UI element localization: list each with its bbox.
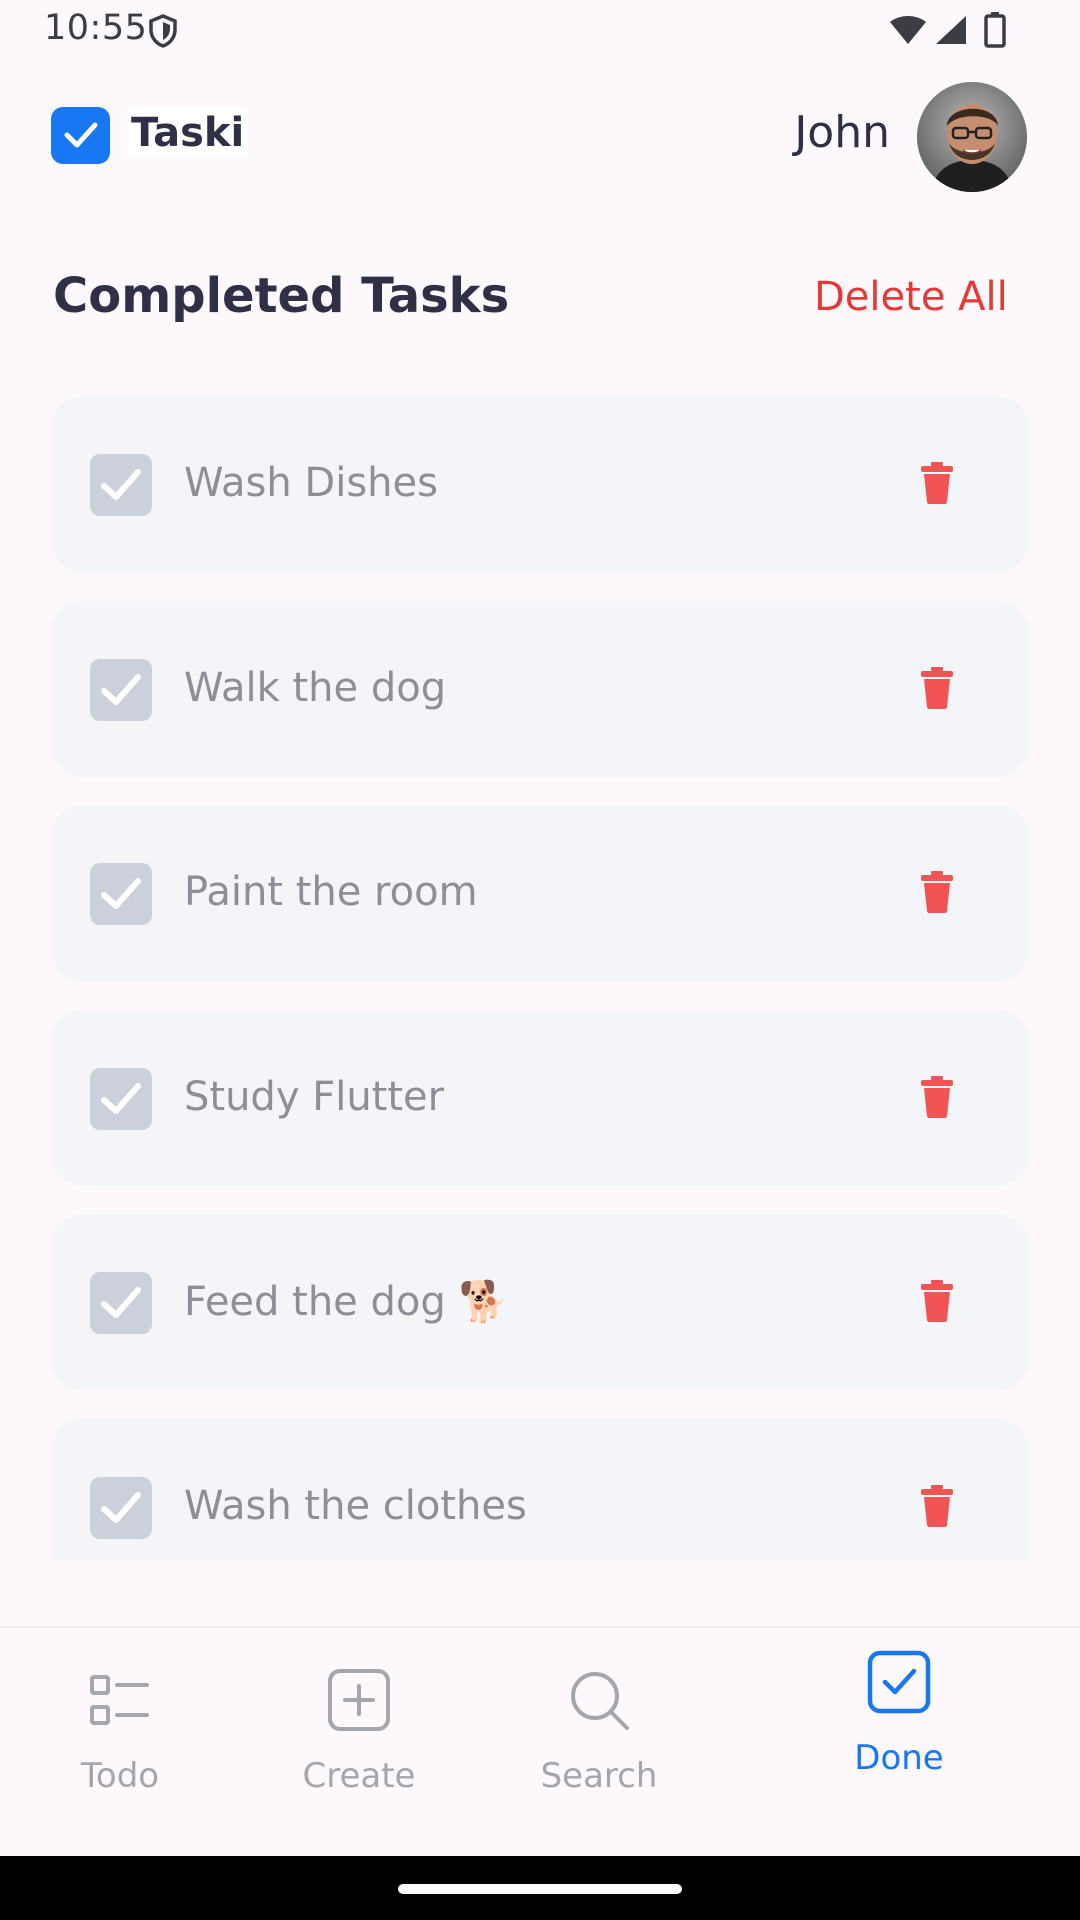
trash-icon[interactable]: [920, 462, 954, 508]
task-card[interactable]: Walk the dog: [52, 601, 1028, 777]
status-bar: 10:55: [0, 0, 1080, 62]
nav-item-done[interactable]: Done: [799, 1628, 999, 1858]
app-logo-text: Taski: [127, 108, 249, 158]
list-icon: [89, 1674, 151, 1730]
nav-label: Done: [854, 1738, 944, 1778]
task-title: Wash the clothes: [184, 1483, 527, 1529]
logo-checkbox-icon: [51, 107, 110, 164]
task-checkbox[interactable]: [90, 1477, 152, 1539]
trash-icon[interactable]: [920, 1280, 954, 1326]
page-title: Completed Tasks: [53, 268, 510, 324]
checkbox-icon: [867, 1650, 931, 1718]
user-name: John: [794, 107, 890, 158]
nav-label: Search: [540, 1756, 658, 1796]
add-box-icon: [327, 1668, 391, 1736]
avatar[interactable]: [917, 82, 1027, 192]
task-title: Wash Dishes: [184, 460, 438, 506]
task-title: Paint the room: [184, 869, 478, 915]
task-title: Feed the dog 🐕: [184, 1279, 509, 1325]
task-checkbox[interactable]: [90, 454, 152, 516]
task-card[interactable]: Paint the room: [52, 805, 1028, 981]
nav-item-create[interactable]: Create: [259, 1628, 459, 1858]
trash-icon[interactable]: [920, 1076, 954, 1122]
task-title: Walk the dog: [184, 665, 447, 711]
task-checkbox[interactable]: [90, 863, 152, 925]
delete-all-button[interactable]: Delete All: [814, 274, 1008, 320]
signal-icon: [934, 14, 968, 50]
bottom-nav: Todo Create Search Done: [0, 1626, 1080, 1858]
task-title: Study Flutter: [184, 1074, 445, 1120]
task-list[interactable]: Wash Dishes Walk the dog Paint the room: [52, 396, 1028, 1560]
task-checkbox[interactable]: [90, 1068, 152, 1130]
task-card[interactable]: Feed the dog 🐕: [52, 1214, 1028, 1390]
task-card[interactable]: Study Flutter: [52, 1010, 1028, 1186]
shield-icon: [148, 14, 178, 52]
task-checkbox[interactable]: [90, 1272, 152, 1334]
search-icon: [567, 1668, 631, 1736]
home-indicator[interactable]: [398, 1884, 682, 1894]
trash-icon[interactable]: [920, 667, 954, 713]
nav-label: Create: [302, 1756, 416, 1796]
gesture-bar: [0, 1856, 1080, 1920]
screen: 10:55 Taski John Completed Tasks Delete …: [0, 0, 1080, 1920]
nav-item-todo[interactable]: Todo: [20, 1628, 220, 1858]
task-card[interactable]: Wash Dishes: [52, 396, 1028, 572]
task-card[interactable]: Wash the clothes: [52, 1419, 1028, 1560]
nav-label: Todo: [80, 1756, 160, 1796]
wifi-icon: [888, 14, 928, 50]
task-checkbox[interactable]: [90, 659, 152, 721]
nav-item-search[interactable]: Search: [499, 1628, 699, 1858]
status-time: 10:55: [44, 8, 148, 48]
trash-icon[interactable]: [920, 871, 954, 917]
battery-icon: [984, 12, 1006, 52]
trash-icon[interactable]: [920, 1485, 954, 1531]
